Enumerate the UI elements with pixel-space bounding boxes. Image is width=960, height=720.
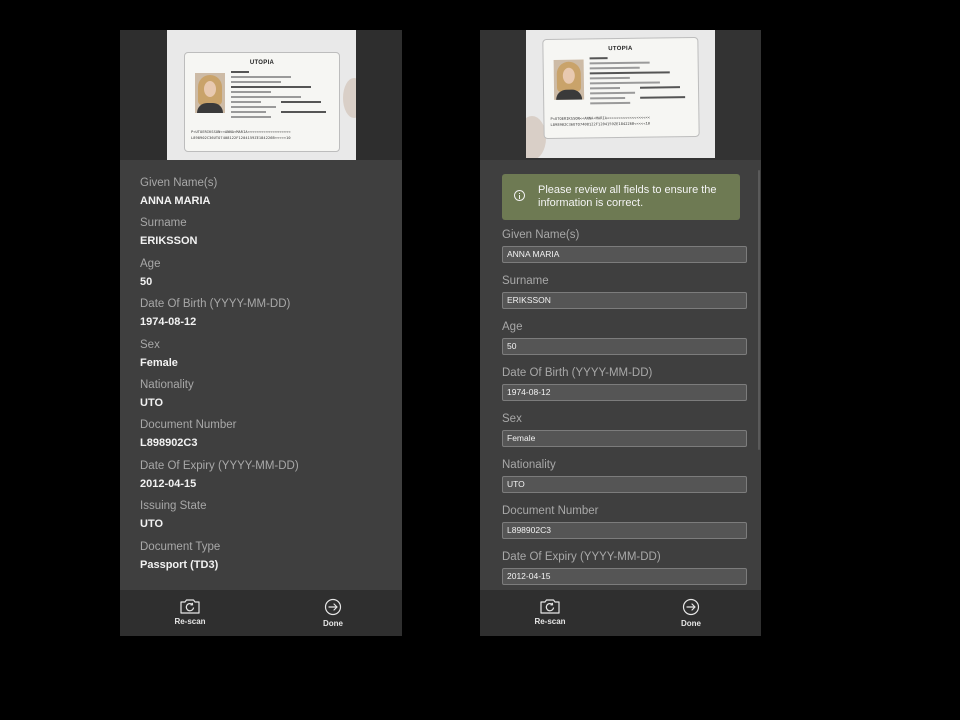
- camera-rotate-icon: [540, 599, 560, 614]
- done-label: Done: [681, 619, 701, 628]
- mrz-line-1: P<UTOERIKSSON<<ANNA<MARIA<<<<<<<<<<<<<<<…: [550, 115, 651, 121]
- rescan-button[interactable]: Re-scan: [160, 598, 220, 626]
- field-document-type: Document Type Passport (TD3): [140, 540, 382, 580]
- field-label: Age: [502, 321, 523, 333]
- field-age: Age 50: [140, 257, 382, 297]
- field-label: Surname: [140, 217, 187, 230]
- document-number-input[interactable]: L898902C3: [502, 522, 747, 539]
- field-issuing-state: Issuing State UTO: [140, 499, 382, 539]
- field-value: 50: [140, 275, 153, 288]
- field-label: Given Name(s): [502, 229, 580, 241]
- field-date-of-birth: Date Of Birth (YYYY-MM-DD) 1974-08-12: [140, 297, 382, 337]
- info-icon: [514, 190, 525, 201]
- done-button[interactable]: Done: [661, 598, 721, 628]
- rescan-label: Re-scan: [534, 617, 566, 626]
- document-photo-area: UTOPIA P<UTOERIKSSON<<ANNA<MARIA<<<<<<<<…: [120, 30, 402, 160]
- field-label: Date Of Birth (YYYY-MM-DD): [140, 298, 291, 311]
- mrz-line-1: P<UTOERIKSSON<<ANNA<MARIA<<<<<<<<<<<<<<<…: [191, 130, 291, 134]
- sex-input[interactable]: Female: [502, 430, 747, 447]
- field-given-names: Given Name(s) ANNA MARIA: [502, 228, 747, 274]
- passport-card: UTOPIA P<UTOERIKSSON<<ANNA<MARIA<<<<<<<<…: [542, 36, 700, 140]
- rescan-button[interactable]: Re-scan: [520, 598, 580, 626]
- field-date-of-expiry: Date Of Expiry (YYYY-MM-DD) 2012-04-15: [140, 459, 382, 499]
- field-value: ANNA MARIA: [140, 195, 211, 207]
- age-input[interactable]: 50: [502, 338, 747, 355]
- field-label: Document Type: [140, 540, 221, 553]
- field-label: Age: [140, 257, 161, 270]
- field-label: Date Of Expiry (YYYY-MM-DD): [140, 459, 299, 472]
- bottom-toolbar: Re-scan Done: [480, 590, 761, 636]
- field-value: UTO: [140, 518, 164, 531]
- passport-country: UTOPIA: [608, 45, 633, 53]
- field-value: Female: [140, 356, 178, 369]
- passport-portrait: [195, 73, 225, 113]
- document-photo-area: UTOPIA P<UTOERIKSSON<<ANNA<MARIA<<<<<<<<…: [480, 30, 761, 160]
- passport-photo: UTOPIA P<UTOERIKSSON<<ANNA<MARIA<<<<<<<<…: [167, 30, 356, 160]
- field-label: Document Number: [502, 505, 599, 517]
- arrow-circle-right-icon: [324, 598, 342, 616]
- field-age: Age 50: [502, 320, 747, 366]
- review-form-screen: UTOPIA P<UTOERIKSSON<<ANNA<MARIA<<<<<<<<…: [480, 30, 761, 636]
- field-date-of-birth: Date Of Birth (YYYY-MM-DD) 1974-08-12: [502, 366, 747, 412]
- nationality-input[interactable]: UTO: [502, 476, 747, 493]
- field-label: Document Number: [140, 419, 237, 432]
- scrollbar[interactable]: [758, 170, 760, 450]
- passport-card: UTOPIA P<UTOERIKSSON<<ANNA<MARIA<<<<<<<<…: [184, 52, 340, 152]
- done-label: Done: [323, 619, 343, 628]
- result-fields: Given Name(s) ANNA MARIA Surname ERIKSSO…: [140, 176, 382, 580]
- field-given-names: Given Name(s) ANNA MARIA: [140, 176, 382, 216]
- mrz-line-2: L898902C36UTO7408122F1204159ZE184226B<<<…: [550, 121, 651, 127]
- field-nationality: Nationality UTO: [502, 458, 747, 504]
- arrow-circle-right-icon: [682, 598, 700, 616]
- field-label: Given Name(s): [140, 177, 218, 189]
- field-value: 2012-04-15: [140, 477, 197, 490]
- field-nationality: Nationality UTO: [140, 378, 382, 418]
- field-value: ERIKSSON: [140, 235, 198, 248]
- bottom-toolbar: Re-scan Done: [120, 590, 402, 636]
- field-label: Date Of Birth (YYYY-MM-DD): [502, 367, 653, 379]
- field-label: Sex: [140, 338, 160, 351]
- mrz-line-2: L898902C36UTO7408122F1204159ZE184226B<<<…: [191, 136, 291, 140]
- field-label: Sex: [502, 413, 522, 425]
- scan-result-screen: UTOPIA P<UTOERIKSSON<<ANNA<MARIA<<<<<<<<…: [120, 30, 402, 636]
- review-notice-text: Please review all fields to ensure the i…: [538, 184, 717, 209]
- field-label: Nationality: [502, 459, 556, 471]
- date-of-expiry-input[interactable]: 2012-04-15: [502, 568, 747, 585]
- review-form-fields: Given Name(s) ANNA MARIA Surname ERIKSSO…: [502, 228, 747, 596]
- field-value: 1974-08-12: [140, 316, 197, 329]
- passport-photo: UTOPIA P<UTOERIKSSON<<ANNA<MARIA<<<<<<<<…: [526, 30, 715, 158]
- rescan-label: Re-scan: [174, 617, 206, 626]
- camera-rotate-icon: [180, 599, 200, 614]
- field-value: Passport (TD3): [140, 558, 219, 571]
- passport-portrait: [553, 59, 585, 100]
- passport-country: UTOPIA: [249, 60, 275, 66]
- field-label: Issuing State: [140, 500, 207, 513]
- field-value: UTO: [140, 396, 164, 409]
- done-button[interactable]: Done: [303, 598, 363, 628]
- field-surname: Surname ERIKSSON: [140, 216, 382, 256]
- field-sex: Sex Female: [140, 338, 382, 378]
- field-label: Nationality: [140, 378, 194, 391]
- date-of-birth-input[interactable]: 1974-08-12: [502, 384, 747, 401]
- field-label: Surname: [502, 275, 549, 287]
- field-surname: Surname ERIKSSON: [502, 274, 747, 320]
- field-document-number: Document Number L898902C3: [502, 504, 747, 550]
- surname-input[interactable]: ERIKSSON: [502, 292, 747, 309]
- field-document-number: Document Number L898902C3: [140, 418, 382, 458]
- field-label: Date Of Expiry (YYYY-MM-DD): [502, 551, 661, 563]
- review-notice-banner: Please review all fields to ensure the i…: [502, 174, 740, 220]
- field-value: L898902C3: [140, 437, 198, 450]
- given-names-input[interactable]: ANNA MARIA: [502, 246, 747, 263]
- field-sex: Sex Female: [502, 412, 747, 458]
